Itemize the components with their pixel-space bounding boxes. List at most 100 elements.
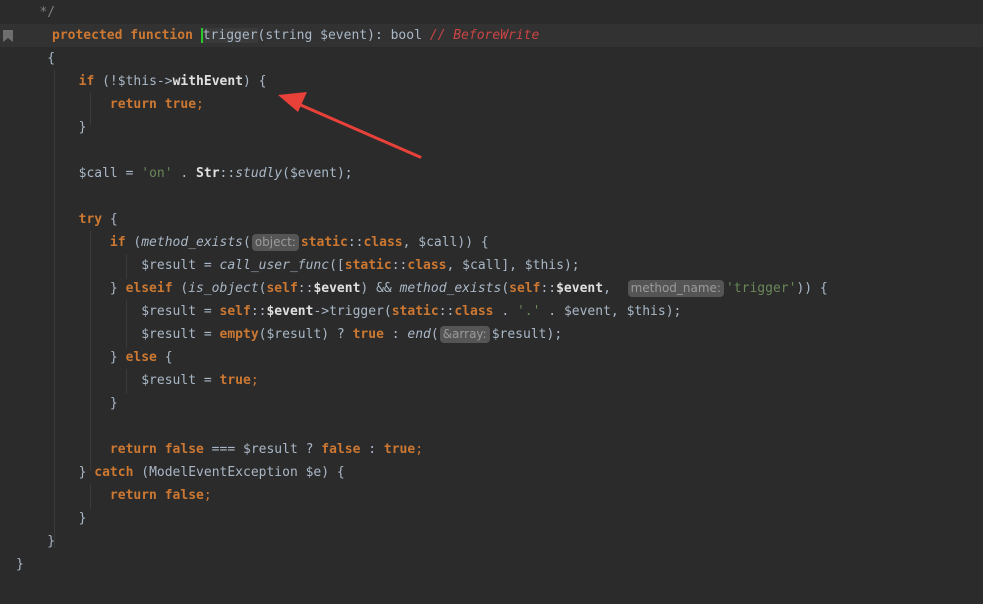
code-line[interactable]: protected function trigger(string $event… xyxy=(0,24,983,47)
code-token: )) { xyxy=(796,281,828,296)
code-line[interactable]: return false; xyxy=(0,484,983,507)
code-token: :: xyxy=(391,258,408,273)
code-token: ) && xyxy=(360,281,400,296)
code-token: { xyxy=(102,212,118,227)
bookmark-icon[interactable] xyxy=(2,29,14,43)
code-line[interactable]: */ xyxy=(0,1,983,24)
code-line[interactable] xyxy=(0,185,983,208)
code-line[interactable]: } xyxy=(0,553,983,576)
code-token: $result xyxy=(141,373,197,388)
code-token: } xyxy=(16,120,87,135)
code-line[interactable]: } xyxy=(0,392,983,415)
code-line[interactable]: $result = self::$event->trigger(static::… xyxy=(0,300,983,323)
code-token: (ModelEventException xyxy=(133,465,306,480)
code-token: $result xyxy=(491,327,547,342)
code-token: ( xyxy=(282,166,290,181)
code-token: . xyxy=(172,166,197,181)
code-line[interactable]: } xyxy=(0,116,983,139)
parameter-hint: &array: xyxy=(439,326,490,343)
code-token: call_user_func xyxy=(219,258,330,273)
code-token: $call xyxy=(418,235,458,250)
code-line[interactable] xyxy=(0,415,983,438)
code-token: $event xyxy=(266,304,314,319)
code-text: } else { xyxy=(16,346,173,369)
code-token: false xyxy=(321,442,361,457)
code-token: { xyxy=(16,51,56,66)
code-token: $e xyxy=(305,465,322,480)
code-line[interactable]: } xyxy=(0,507,983,530)
code-token: = xyxy=(196,327,220,342)
code-token: // xyxy=(429,28,454,43)
code-token: ; xyxy=(203,488,212,503)
code-editor[interactable]: */ protected function trigger(string $eve… xyxy=(0,0,983,604)
code-token: ->trigger( xyxy=(313,304,392,319)
code-token: true xyxy=(164,97,197,112)
code-text: } xyxy=(16,530,55,553)
code-token: } xyxy=(16,396,118,411)
code-token: studly xyxy=(235,166,283,181)
code-token: $result xyxy=(266,327,322,342)
code-token: return xyxy=(109,97,157,112)
code-token: { xyxy=(156,350,173,365)
code-token: ; xyxy=(250,373,259,388)
code-token: '.' xyxy=(516,304,541,319)
code-line[interactable]: if (!$this->withEvent) { xyxy=(0,70,983,93)
code-token: ? xyxy=(297,442,322,457)
parameter-hint: method_name: xyxy=(627,280,724,297)
code-line[interactable]: } elseif (is_object(self::$event) && met… xyxy=(0,277,983,300)
code-text: if (!$this->withEvent) { xyxy=(16,70,267,93)
code-token: trigger xyxy=(200,28,258,43)
code-line[interactable]: { xyxy=(0,47,983,70)
code-text: $call = 'on' . Str::studly($event); xyxy=(16,162,353,185)
code-token: } xyxy=(16,281,126,296)
code-token: ); xyxy=(546,327,563,342)
code-text: return false; xyxy=(16,484,212,507)
code-token: $this xyxy=(524,258,564,273)
code-line[interactable]: } xyxy=(0,530,983,553)
code-token: true xyxy=(352,327,384,342)
code-token: } xyxy=(16,557,24,572)
code-token: : xyxy=(360,442,384,457)
code-token: ); xyxy=(336,166,353,181)
code-line[interactable]: return false === $result ? false : true; xyxy=(0,438,983,461)
code-line[interactable]: $result = true; xyxy=(0,369,983,392)
code-token: self xyxy=(509,281,541,296)
code-token: ); xyxy=(563,258,580,273)
code-text: } xyxy=(16,392,118,415)
code-token: (! xyxy=(94,74,118,89)
code-token: ( xyxy=(242,235,251,250)
code-line[interactable]: return true; xyxy=(0,93,983,116)
code-line[interactable]: $result = call_user_func([static::class,… xyxy=(0,254,983,277)
code-line[interactable]: } catch (ModelEventException $e) { xyxy=(0,461,983,484)
code-token: $result xyxy=(141,327,197,342)
code-token: , xyxy=(603,281,627,296)
code-token: :: xyxy=(438,304,455,319)
code-token: is_object xyxy=(188,281,259,296)
code-token: $result xyxy=(141,304,197,319)
code-line[interactable] xyxy=(0,139,983,162)
code-token: false xyxy=(164,442,204,457)
code-line[interactable]: } else { xyxy=(0,346,983,369)
code-token: true xyxy=(219,373,251,388)
code-token: BeforeWrite xyxy=(453,28,540,43)
code-token: $event xyxy=(563,304,611,319)
code-line[interactable]: try { xyxy=(0,208,983,231)
code-line[interactable]: $result = empty($result) ? true : end(&a… xyxy=(0,323,983,346)
code-token: static xyxy=(344,258,392,273)
code-token: ); xyxy=(665,304,682,319)
code-token: . xyxy=(540,304,564,319)
code-line[interactable]: $call = 'on' . Str::studly($event); xyxy=(0,162,983,185)
code-text: } catch (ModelEventException $e) { xyxy=(16,461,345,484)
code-text: return false === $result ? false : true; xyxy=(16,438,423,461)
code-token: method_exists xyxy=(141,235,243,250)
code-token: ) { xyxy=(321,465,345,480)
code-line[interactable]: if (method_exists(object: static::class, … xyxy=(0,231,983,254)
code-token: ], xyxy=(501,258,525,273)
code-text: protected function trigger(string $event… xyxy=(52,24,539,47)
